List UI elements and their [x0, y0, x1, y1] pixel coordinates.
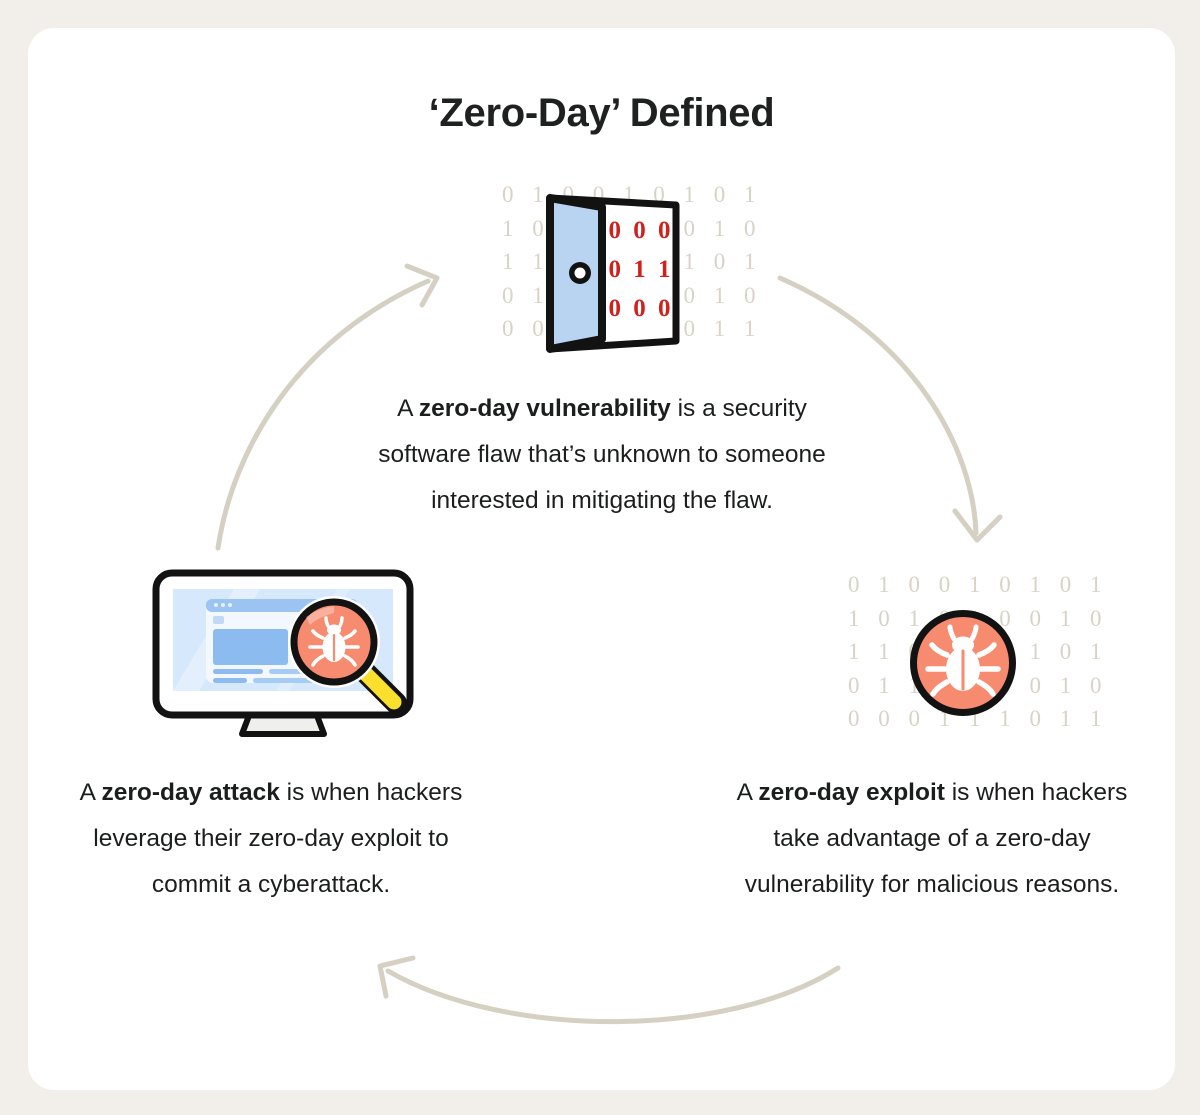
- text-lead: A: [397, 395, 419, 422]
- term-zero-day-attack: zero-day attack: [101, 779, 280, 806]
- text-lead: A: [79, 779, 102, 806]
- door-red-binary: 0 0 0 0 1 1 0 0 0: [606, 211, 676, 328]
- binary-row: 0 1 0 0 1 0 1 0 1: [848, 572, 1108, 597]
- red-binary-row: 0 0 0: [608, 295, 674, 322]
- red-binary-row: 0 0 0: [608, 217, 674, 244]
- monitor-graphic: [152, 569, 414, 737]
- arrow-exploit-to-attack: [377, 955, 841, 1025]
- page-title: ‘Zero-Day’ Defined: [428, 91, 775, 135]
- bug-in-circle-icon: 0 1 0 0 1 0 1 0 1 1 0 1 0 1 0 0 1 0 1 1 …: [848, 568, 1102, 758]
- vulnerability-description: A zero-day vulnerability is a security s…: [352, 386, 852, 524]
- door-knob-icon: [569, 262, 591, 284]
- open-door-binary-icon: 0 1 0 0 1 0 1 0 1 1 0 1 0 1 0 0 1 0 1 1 …: [502, 178, 756, 368]
- monitor-with-magnifier-icon: [138, 553, 428, 763]
- attack-description: A zero-day attack is when hackers levera…: [76, 770, 466, 908]
- bug-circle-badge: [910, 610, 1016, 716]
- term-zero-day-exploit: zero-day exploit: [758, 779, 945, 806]
- bug-glyph-icon: [925, 624, 1001, 697]
- term-zero-day-vulnerability: zero-day vulnerability: [418, 395, 671, 422]
- exploit-description: A zero-day exploit is when hackers take …: [732, 770, 1132, 908]
- text-lead: A: [736, 779, 759, 806]
- red-binary-row: 0 1 1: [608, 256, 674, 283]
- infographic-card: ‘Zero-Day’ Defined 0 1 0 0 1 0 1 0 1 1 0…: [28, 28, 1175, 1090]
- magnifier-lens: [288, 596, 380, 688]
